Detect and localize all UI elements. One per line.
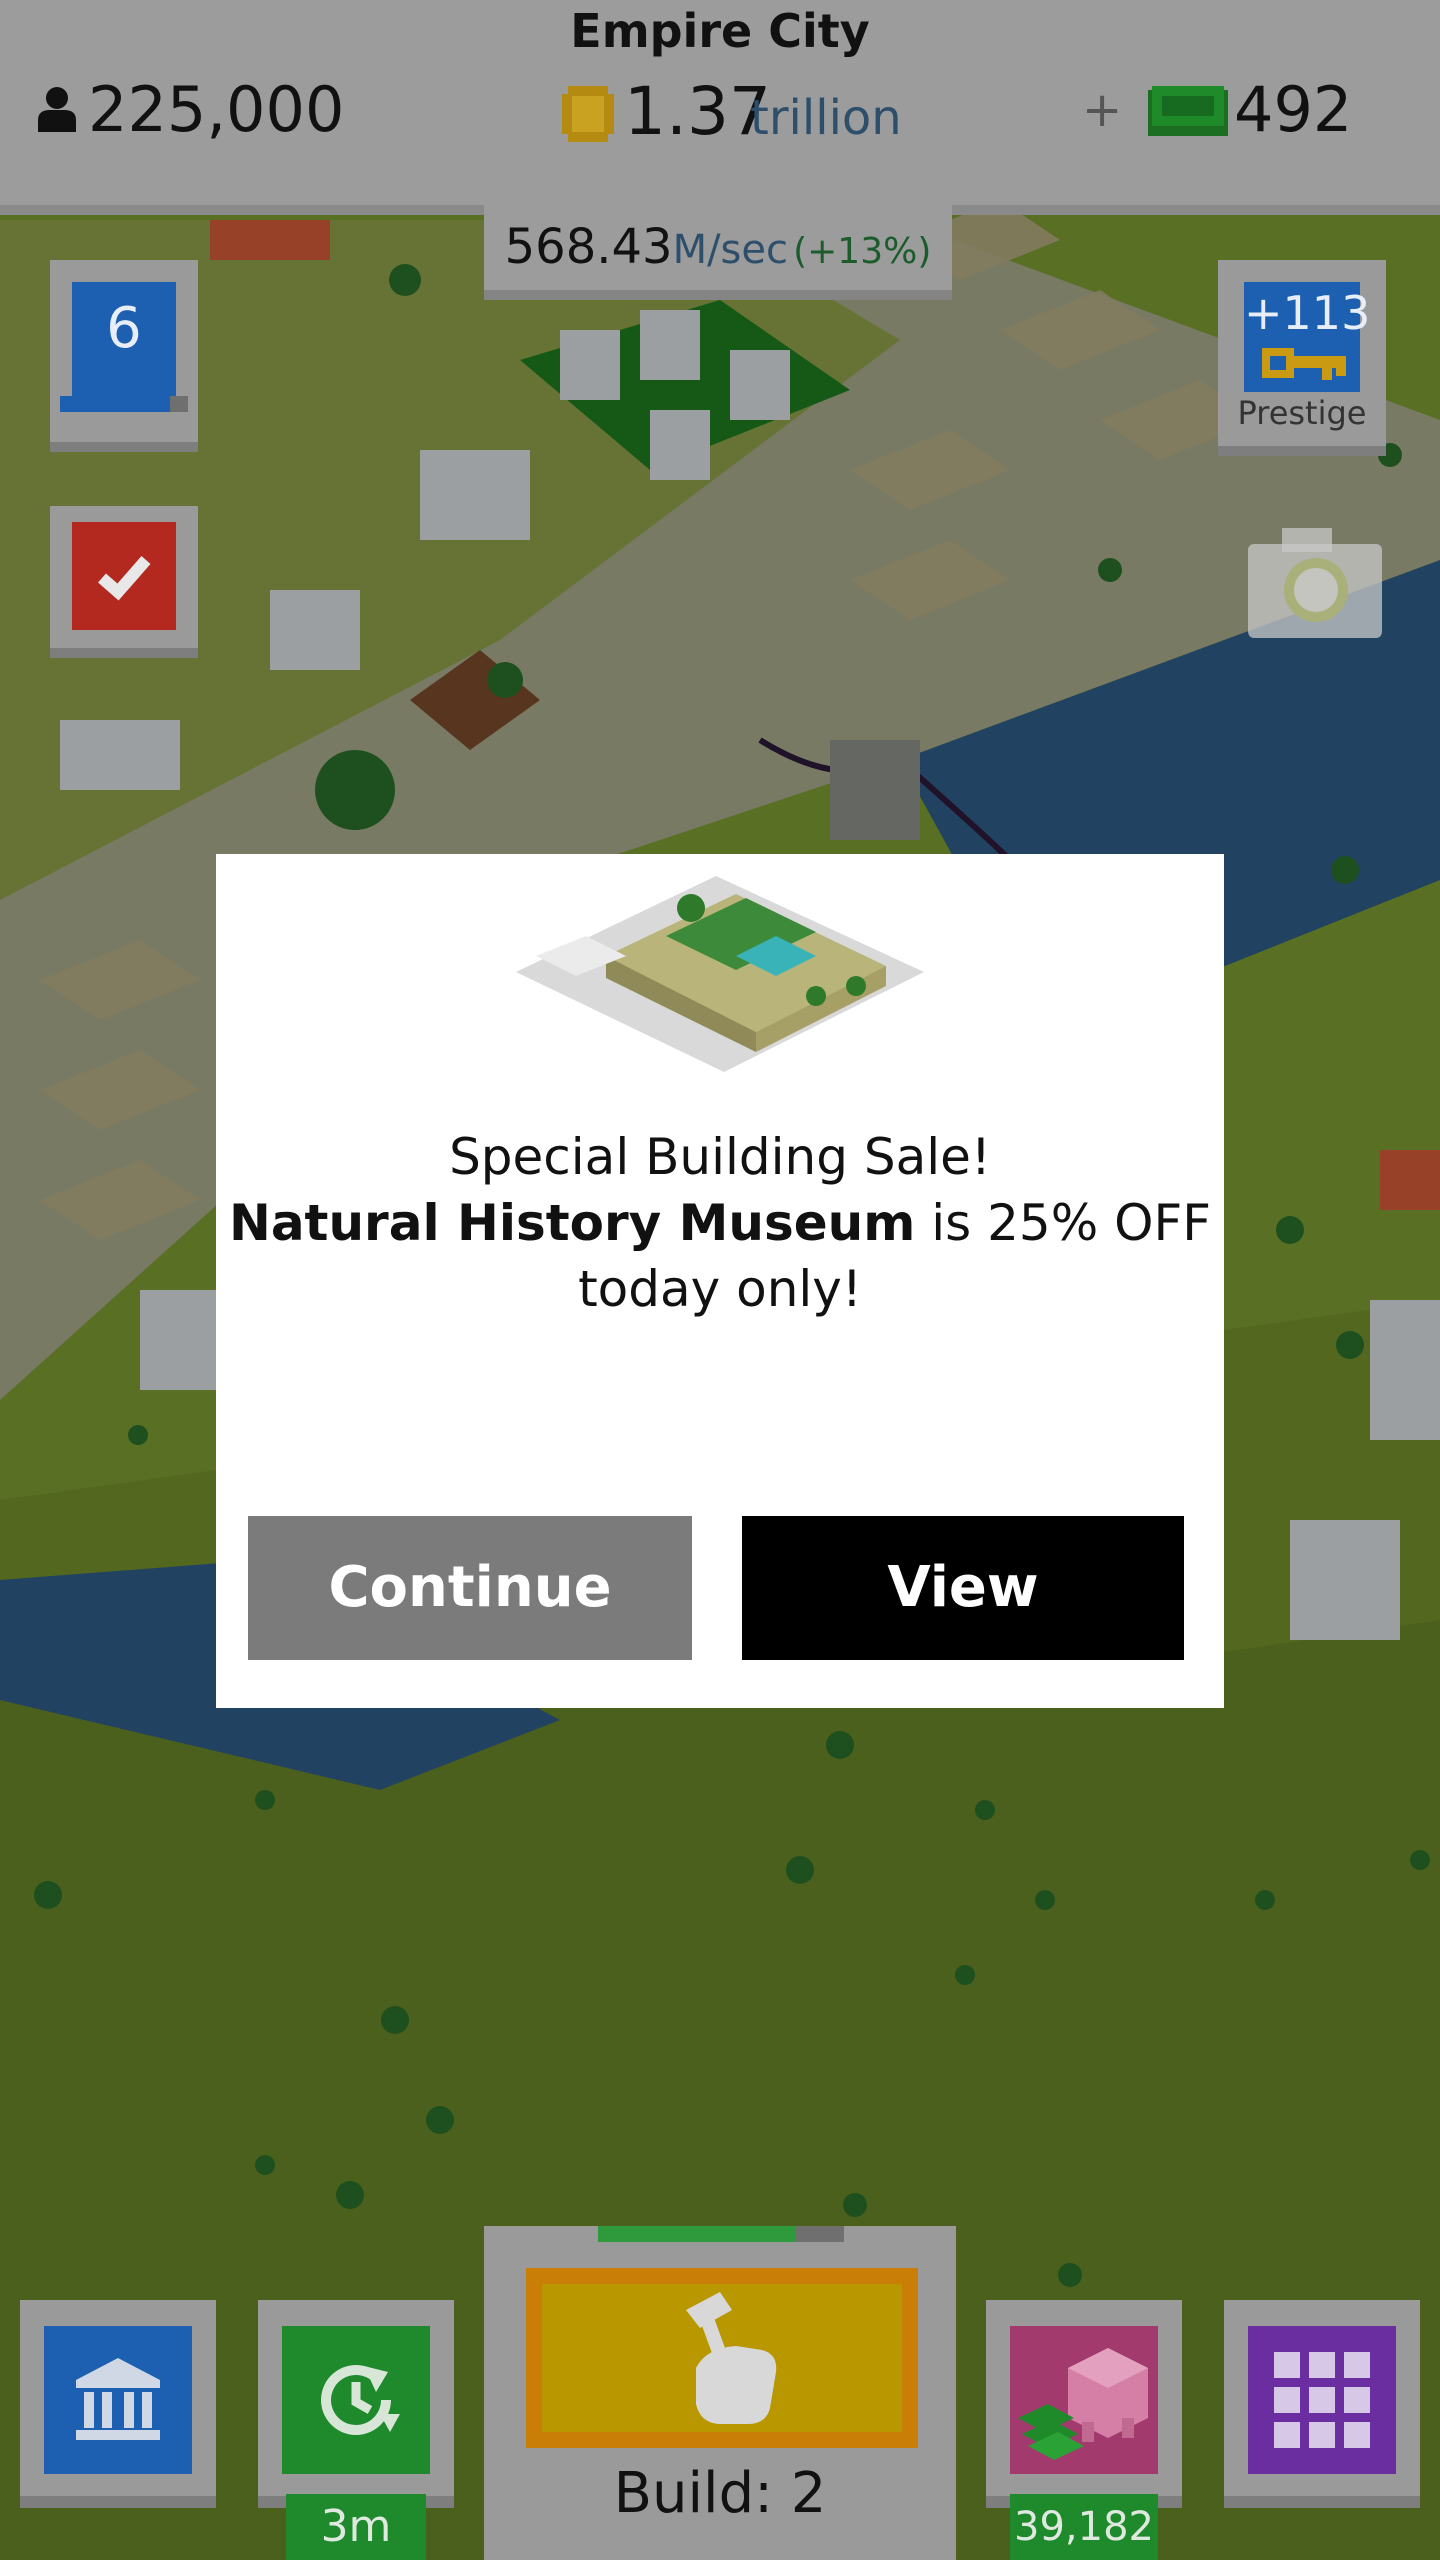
money-value: 1.37	[624, 73, 771, 150]
level-progress-fill	[60, 396, 171, 412]
level-progress-bar	[60, 396, 188, 412]
view-button[interactable]: View	[742, 1516, 1184, 1660]
bank-button[interactable]	[20, 2300, 216, 2508]
piggy-bank-icon	[1018, 2348, 1148, 2460]
prestige-button[interactable]: +113 Prestige	[1218, 260, 1386, 456]
sale-dialog: Special Building Sale! Natural History M…	[216, 854, 1224, 1708]
grid-menu-icon	[1274, 2352, 1370, 2448]
boost-timer: 3m	[286, 2494, 426, 2560]
tasks-button[interactable]	[50, 506, 198, 658]
plus-icon[interactable]: +	[1082, 80, 1122, 140]
piggy-tile	[1010, 2326, 1158, 2474]
coin-icon	[562, 86, 614, 142]
sale-title: Special Building Sale!	[449, 1128, 991, 1186]
piggy-bank-button[interactable]	[986, 2300, 1182, 2508]
money-unit: trillion	[750, 90, 902, 146]
bank-icon	[76, 2358, 160, 2440]
bills-value: 492	[1234, 73, 1353, 146]
checkmark-icon	[98, 556, 151, 601]
building-name: Natural History Museum	[228, 1194, 916, 1252]
level-button[interactable]: 6	[50, 260, 198, 452]
tasks-tile	[72, 522, 176, 630]
boost-button[interactable]	[258, 2300, 454, 2508]
build-tile-inner	[542, 2284, 902, 2432]
boost-tile	[282, 2326, 430, 2474]
key-icon	[1262, 348, 1346, 380]
piggy-bank-value: 39,182	[1010, 2494, 1158, 2560]
museum-image	[516, 876, 924, 1072]
prestige-label: Prestige	[1237, 394, 1367, 432]
build-label: Build: 2	[613, 2461, 827, 2526]
build-progress-fill	[598, 2226, 795, 2242]
income-amount: 568.43	[504, 219, 673, 275]
hammer-hand-icon	[686, 2292, 777, 2424]
city-name[interactable]: Empire City	[0, 0, 1440, 62]
menu-tile	[1248, 2326, 1396, 2474]
prestige-tile: +113	[1244, 282, 1371, 392]
income-rate: 568.43M/sec (+13%)	[484, 204, 952, 301]
prestige-count: +113	[1244, 286, 1371, 340]
clock-arrow-icon	[321, 2365, 400, 2435]
build-button[interactable]: Build: 2	[484, 2226, 956, 2560]
build-progress-bar	[598, 2226, 844, 2242]
offer-end: today only!	[578, 1260, 862, 1318]
continue-button[interactable]: Continue	[248, 1516, 692, 1660]
menu-button[interactable]	[1224, 2300, 1420, 2508]
level-tile: 6	[72, 282, 176, 402]
income-unit: M/sec	[672, 227, 788, 273]
sale-offer: Natural History Museum is 25% OFF	[216, 1190, 1224, 1256]
bank-tile	[44, 2326, 192, 2474]
income-rate-panel: 568.43M/sec (+13%)	[484, 204, 952, 300]
person-icon	[38, 87, 76, 132]
offer-text: is 25% OFF	[915, 1194, 1212, 1252]
cash-icon	[1148, 86, 1228, 136]
camera-icon[interactable]	[1248, 528, 1382, 638]
build-tile	[526, 2268, 918, 2448]
level-number: 6	[106, 296, 142, 361]
income-boost: (+13%)	[793, 231, 932, 272]
population-value: 225,000	[88, 73, 345, 146]
